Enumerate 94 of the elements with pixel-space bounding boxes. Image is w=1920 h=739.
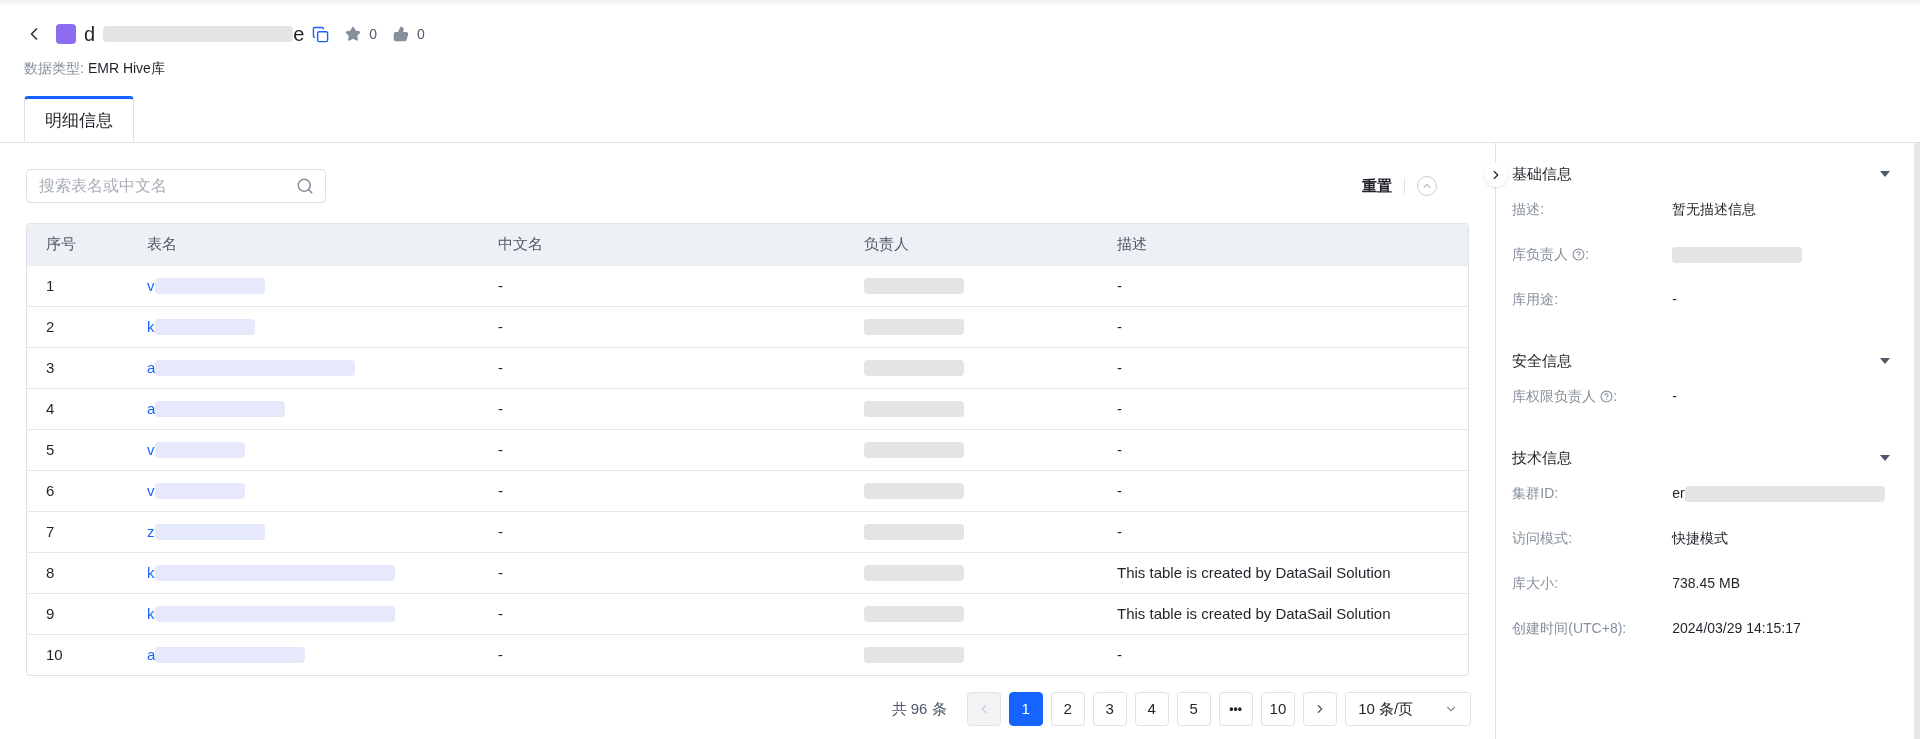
table-cell-text: - (1117, 357, 1123, 378)
thumbs-up-icon[interactable] (393, 26, 410, 42)
field-label: 访问模式: (1512, 529, 1573, 548)
column-header: 负责人 (864, 234, 910, 255)
table-cell-text: - (498, 398, 504, 419)
page-button[interactable]: 4 (1134, 692, 1169, 726)
field-label: 描述: (1512, 200, 1545, 219)
database-name: d (84, 22, 96, 47)
column-header: 描述 (1117, 234, 1148, 255)
field-value: er (1672, 484, 1685, 503)
table-cell-text: - (1117, 521, 1123, 542)
table-cell-text: - (498, 316, 504, 337)
table-cell-text: - (498, 644, 504, 665)
table-cell-text: 6 (45, 480, 56, 501)
field-label: 库负责人 (1512, 245, 1569, 264)
page-button[interactable]: 10 (1260, 692, 1296, 726)
caret-icon[interactable] (1880, 455, 1891, 461)
section-title: 基础信息 (1512, 163, 1573, 184)
table-cell-text: - (1117, 316, 1123, 337)
reset-button[interactable]: 重置 (1362, 174, 1393, 198)
like-count: 0 (417, 24, 425, 44)
database-logo-icon (56, 24, 76, 44)
table-cell-text: 1 (45, 275, 56, 296)
more-pages-button[interactable]: ••• (1218, 692, 1253, 726)
table-name-link[interactable]: v (147, 438, 155, 462)
field-label: : (1585, 245, 1590, 264)
table-cell-text: 2 (45, 316, 56, 337)
table-cell-text: - (1117, 644, 1123, 665)
table-name-link[interactable]: z (147, 520, 155, 544)
table-cell-text: - (498, 480, 504, 501)
table-cell-text: 7 (45, 521, 56, 542)
table-name-link[interactable]: k (147, 561, 155, 585)
table-cell-text: - (1117, 480, 1123, 501)
caret-icon[interactable] (1880, 358, 1891, 364)
data-type-label: 数据类型: (24, 59, 84, 78)
table-cell-text: 4 (45, 398, 56, 419)
table-cell-text: - (1117, 439, 1123, 460)
page-button[interactable]: 2 (1050, 692, 1085, 726)
page-button[interactable]: 3 (1092, 692, 1127, 726)
search-field[interactable]: 搜索表名或中文名 (26, 169, 326, 203)
table-name-link[interactable]: a (147, 397, 156, 421)
section-title: 安全信息 (1512, 350, 1573, 371)
data-type-value: EMR Hive库 (87, 59, 165, 78)
copy-icon[interactable] (312, 25, 330, 43)
table-cell-text: 9 (45, 603, 56, 624)
field-value: 暂无描述信息 (1672, 200, 1757, 219)
star-count: 0 (369, 24, 378, 44)
table-cell-text: 8 (45, 562, 56, 583)
section-title: 技术信息 (1512, 447, 1573, 468)
table-cell-text: - (498, 521, 504, 542)
table-cell-text: 10 (45, 644, 64, 665)
field-value: 2024/03/29 14:15:17 (1672, 619, 1801, 638)
table-cell-text: - (498, 357, 504, 378)
database-name: e (293, 22, 305, 47)
table-cell-text: - (498, 562, 504, 583)
page-size-select[interactable]: 10 条/页 (1345, 692, 1472, 726)
field-value: 快捷模式 (1672, 529, 1729, 548)
table-cell-text: - (498, 439, 504, 460)
page-button[interactable]: 5 (1176, 692, 1211, 726)
field-label: 库大小: (1512, 574, 1559, 593)
table-name-link[interactable]: k (147, 602, 155, 626)
field-label: 创建时间(UTC+8): (1512, 619, 1627, 638)
table-cell-text: - (498, 275, 504, 296)
table-cell-text: This table is created by DataSail Solution (1117, 562, 1392, 583)
caret-icon[interactable] (1880, 171, 1891, 177)
collapse-panel-button[interactable] (1484, 163, 1509, 187)
table-name-link[interactable]: k (147, 315, 155, 339)
table-name-link[interactable]: a (147, 643, 156, 667)
table-cell-text: 5 (45, 439, 56, 460)
field-label: 库权限负责人 (1512, 387, 1597, 406)
field-label: 集群ID: (1512, 484, 1559, 503)
table-name-link[interactable]: v (147, 479, 155, 503)
tab[interactable]: 明细信息 (24, 96, 134, 143)
star-icon[interactable] (345, 26, 362, 42)
table-name-link[interactable]: a (147, 356, 156, 380)
field-label: : (1613, 387, 1618, 406)
table-cell-text: 3 (45, 357, 56, 378)
column-header: 序号 (45, 234, 77, 255)
page-button[interactable]: 1 (1008, 692, 1043, 726)
column-header: 中文名 (498, 234, 544, 255)
field-label: 库用途: (1512, 290, 1559, 309)
field-value: 738.45 MB (1672, 574, 1740, 593)
table-cell-text: - (498, 603, 504, 624)
table-name-link[interactable]: v (147, 274, 155, 298)
total-count: 共 96 条 (891, 698, 947, 719)
table-cell-text: - (1117, 275, 1123, 296)
column-header: 表名 (147, 234, 178, 255)
table-cell-text: - (1117, 398, 1123, 419)
table-cell-text: This table is created by DataSail Solution (1117, 603, 1392, 624)
field-value: - (1672, 290, 1677, 309)
field-value: - (1672, 387, 1677, 406)
search-icon[interactable] (296, 177, 314, 195)
help-icon[interactable] (1600, 390, 1614, 403)
help-icon[interactable] (1572, 248, 1586, 261)
